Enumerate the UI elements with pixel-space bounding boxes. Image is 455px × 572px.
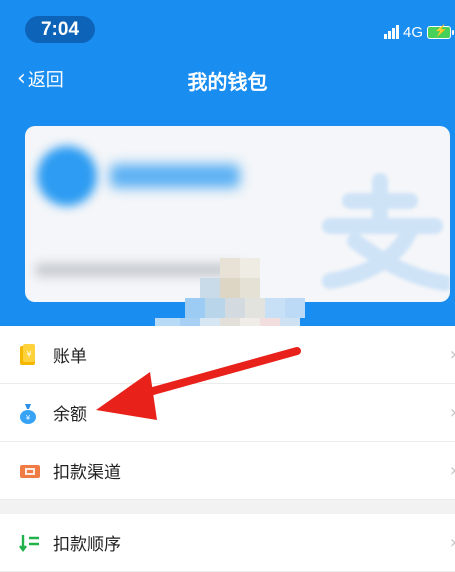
alipay-logo-icon bbox=[322, 173, 450, 291]
sort-order-icon bbox=[19, 532, 41, 554]
status-time: 7:04 bbox=[25, 16, 95, 43]
menu-item-label: 扣款顺序 bbox=[53, 535, 121, 555]
network-type: 4G bbox=[402, 23, 423, 41]
svg-text:¥: ¥ bbox=[26, 414, 31, 422]
chevron-right-icon: › bbox=[450, 460, 455, 481]
chevron-right-icon: › bbox=[450, 402, 455, 423]
signal-icon bbox=[383, 25, 399, 39]
chevron-right-icon: › bbox=[450, 344, 455, 365]
ticket-icon bbox=[19, 460, 41, 482]
battery-icon: ⚡ bbox=[427, 25, 454, 39]
section-divider bbox=[0, 500, 455, 514]
status-icons: 4G ⚡ bbox=[383, 22, 454, 42]
bill-icon: ¥ bbox=[19, 343, 37, 366]
menu-item-label: 账单 bbox=[53, 347, 87, 367]
menu-item-payment-order[interactable]: 扣款顺序 › bbox=[0, 514, 455, 572]
menu-item-balance[interactable]: ¥ 余额 › bbox=[0, 384, 455, 442]
chevron-right-icon: › bbox=[450, 532, 455, 553]
svg-text:¥: ¥ bbox=[26, 350, 31, 359]
balance-bag-icon: ¥ bbox=[19, 402, 37, 424]
menu-item-label: 扣款渠道 bbox=[53, 463, 121, 483]
menu-item-label: 余额 bbox=[53, 405, 87, 425]
wallet-menu: ¥ 账单 › ¥ 余额 › 扣款渠道 › 扣款顺序 › bbox=[0, 326, 455, 572]
page-title: 我的钱包 bbox=[187, 70, 268, 94]
menu-item-bill[interactable]: ¥ 账单 › bbox=[0, 326, 455, 384]
account-name-blurred bbox=[110, 164, 240, 188]
menu-item-payment-channel[interactable]: 扣款渠道 › bbox=[0, 442, 455, 500]
avatar bbox=[37, 146, 97, 206]
